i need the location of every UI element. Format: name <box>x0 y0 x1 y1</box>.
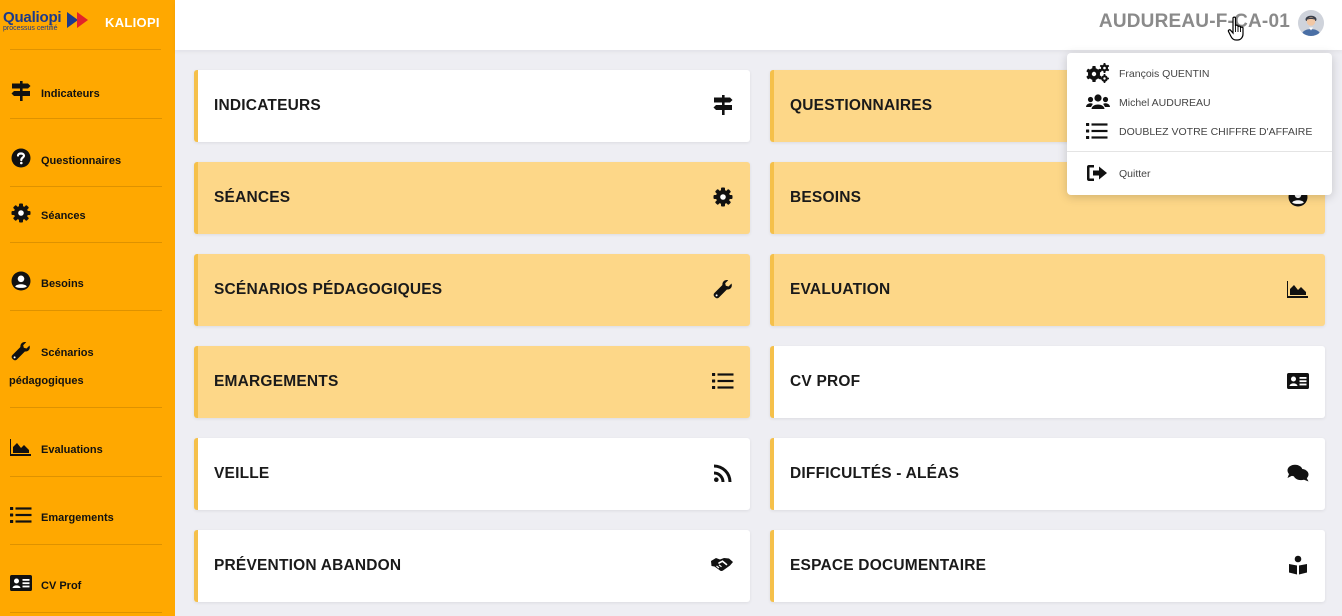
sidebar-item-label: Scénarios <box>41 347 94 359</box>
dropdown-item-label: Quitter <box>1119 168 1151 180</box>
sidebar-divider <box>10 186 162 187</box>
users-icon <box>1086 92 1110 112</box>
sidebar-item-label: Emargements <box>41 512 114 524</box>
card-title: DIFFICULTÉS - ALÉAS <box>790 465 960 482</box>
sidebar-item-questionnaires[interactable]: Questionnaires <box>0 148 175 174</box>
gear-icon <box>10 203 32 223</box>
id-card-icon <box>1287 371 1309 391</box>
brand-divider <box>10 49 161 50</box>
card-difficultes-aleas[interactable]: DIFFICULTÉS - ALÉAS <box>770 438 1325 510</box>
card-indicateurs[interactable]: INDICATEURS <box>194 70 750 142</box>
sidebar-item-label: Séances <box>41 210 86 222</box>
dropdown-item-label: François QUENTIN <box>1119 68 1210 80</box>
logo-text: Qualiopi <box>3 9 62 26</box>
card-evaluation[interactable]: EVALUATION <box>770 254 1325 326</box>
sidebar-divider <box>10 310 162 311</box>
card-title: SCÉNARIOS PÉDAGOGIQUES <box>214 281 443 298</box>
sidebar-item-scenarios[interactable]: Scénarios pédagogiques <box>0 340 175 390</box>
dropdown-item-doublez-chiffre[interactable]: DOUBLEZ VOTRE CHIFFRE D'AFFAIRE <box>1067 119 1332 145</box>
sidebar-divider <box>10 242 162 243</box>
sidebar-item-label-line2: pédagogiques <box>9 375 84 387</box>
handshake-icon <box>710 555 734 575</box>
sidebar-divider <box>10 118 162 119</box>
user-circle-icon <box>10 271 32 291</box>
sidebar: Qualiopi processus certifié KALIOPI Indi… <box>0 0 175 616</box>
brand: Qualiopi processus certifié KALIOPI <box>0 0 175 50</box>
card-title: CV PROF <box>790 373 861 390</box>
sidebar-item-seances[interactable]: Séances <box>0 203 175 229</box>
qualiopi-logo[interactable]: Qualiopi processus certifié <box>3 9 88 32</box>
card-title: EVALUATION <box>790 281 891 298</box>
sidebar-item-label: CV Prof <box>41 580 82 592</box>
card-prevention-abandon[interactable]: PRÉVENTION ABANDON <box>194 530 750 602</box>
dropdown-divider <box>1067 151 1332 152</box>
card-title: VEILLE <box>214 465 270 482</box>
dropdown-item-michel-audureau[interactable]: Michel AUDUREAU <box>1067 90 1332 116</box>
sidebar-item-cv-prof[interactable]: CV Prof <box>0 573 175 599</box>
id-card-icon <box>10 573 32 593</box>
sidebar-item-label: Questionnaires <box>41 155 122 167</box>
book-reader-icon <box>1287 555 1309 575</box>
card-title: SÉANCES <box>214 189 291 206</box>
card-scenarios-pedagogiques[interactable]: SCÉNARIOS PÉDAGOGIQUES <box>194 254 750 326</box>
sidebar-divider <box>10 544 162 545</box>
card-title: BESOINS <box>790 189 862 206</box>
card-title: ESPACE DOCUMENTAIRE <box>790 557 987 574</box>
sidebar-divider <box>10 612 162 613</box>
sign-out-icon <box>1086 163 1108 183</box>
dropdown-item-francois-quentin[interactable]: François QUENTIN <box>1067 61 1332 87</box>
card-cv-prof[interactable]: CV PROF <box>770 346 1325 418</box>
logo-tagline: processus certifié <box>3 25 58 32</box>
dropdown-item-quitter[interactable]: Quitter <box>1067 161 1332 187</box>
list-icon <box>10 505 32 525</box>
card-title: INDICATEURS <box>214 97 321 114</box>
sidebar-divider <box>10 476 162 477</box>
card-title: EMARGEMENTS <box>214 373 339 390</box>
question-circle-icon <box>10 148 32 168</box>
card-veille[interactable]: VEILLE <box>194 438 750 510</box>
sidebar-item-emargements[interactable]: Emargements <box>0 505 175 531</box>
area-chart-icon <box>10 437 32 457</box>
sidebar-item-besoins[interactable]: Besoins <box>0 271 175 297</box>
wrench-icon <box>10 341 32 361</box>
sidebar-item-indicateurs[interactable]: Indicateurs <box>0 80 175 106</box>
card-title: QUESTIONNAIRES <box>790 97 933 114</box>
dropdown-item-label: DOUBLEZ VOTRE CHIFFRE D'AFFAIRE <box>1119 126 1313 138</box>
sidebar-divider <box>10 407 162 408</box>
rss-icon <box>712 463 734 483</box>
sidebar-item-evaluations[interactable]: Evaluations <box>0 437 175 463</box>
sidebar-item-label: Besoins <box>41 278 84 290</box>
sidebar-item-label: Indicateurs <box>41 88 100 100</box>
avatar[interactable] <box>1298 10 1324 36</box>
sidebar-item-label: Evaluations <box>41 444 103 456</box>
user-dropdown-menu: François QUENTIN Michel AUDUREAU DOUBLEZ… <box>1067 53 1332 195</box>
user-menu-toggle[interactable]: AUDUREAU-F-CA-01 <box>1099 11 1290 33</box>
topbar: AUDUREAU-F-CA-01 <box>175 0 1342 50</box>
app-name: KALIOPI <box>105 15 160 30</box>
list-icon <box>1086 121 1108 141</box>
gears-icon <box>1086 63 1110 83</box>
comments-icon <box>1287 463 1309 483</box>
gear-icon <box>712 187 734 207</box>
user-avatar-icon <box>1298 10 1324 36</box>
hand-cursor-icon <box>1227 16 1244 41</box>
card-title: PRÉVENTION ABANDON <box>214 557 402 574</box>
card-emargements[interactable]: EMARGEMENTS <box>194 346 750 418</box>
dropdown-item-label: Michel AUDUREAU <box>1119 97 1211 109</box>
signpost-icon <box>712 95 734 115</box>
area-chart-icon <box>1287 279 1309 299</box>
list-icon <box>712 371 734 391</box>
card-espace-documentaire[interactable]: ESPACE DOCUMENTAIRE <box>770 530 1325 602</box>
signpost-icon <box>10 81 32 101</box>
wrench-icon <box>712 279 734 299</box>
logo-arrows-icon <box>67 12 88 28</box>
card-seances[interactable]: SÉANCES <box>194 162 750 234</box>
